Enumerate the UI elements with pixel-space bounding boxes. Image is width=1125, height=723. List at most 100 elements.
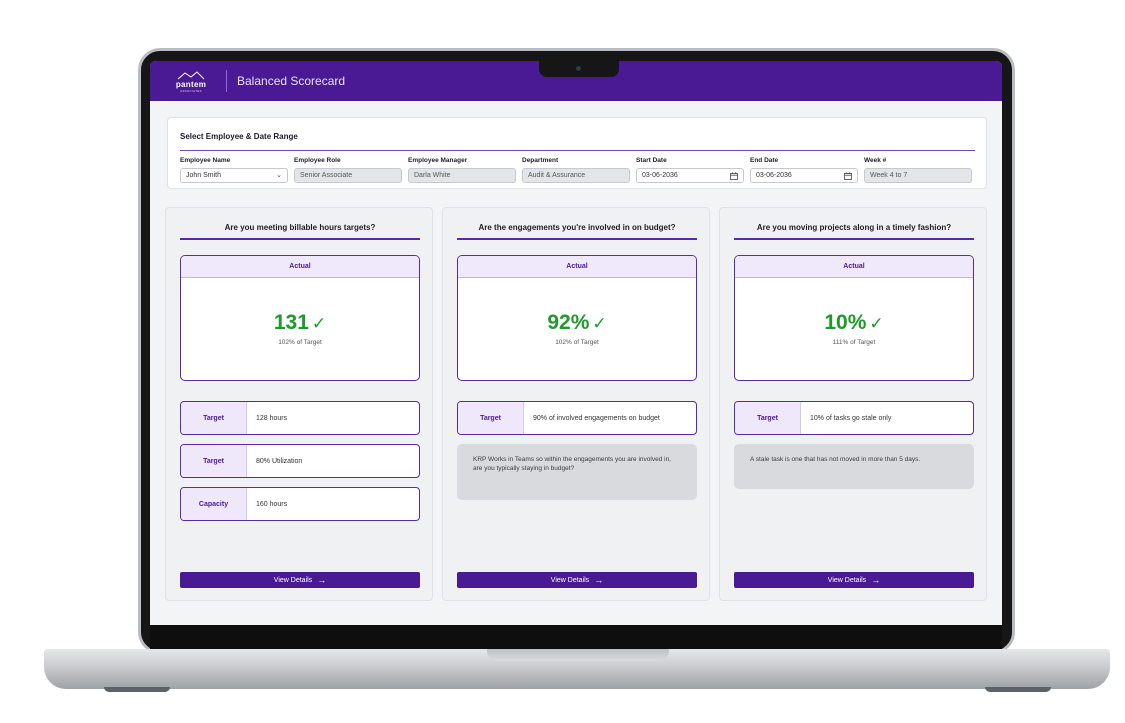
capacity-row: Capacity 160 hours	[180, 487, 420, 521]
view-details-button[interactable]: View Details →	[180, 572, 420, 588]
actual-panel: Actual 10% ✓ 111% of Target	[734, 255, 974, 381]
end-date-field: End Date 03-06-2036	[750, 156, 858, 183]
logo-text: pantem	[175, 79, 207, 89]
laptop-foot-right	[985, 687, 1051, 692]
department-input: Audit & Assurance	[522, 168, 630, 183]
roof-icon	[177, 70, 205, 79]
target-row: Target 128 hours	[180, 401, 420, 435]
actual-panel: Actual 92% ✓ 102% of Target	[457, 255, 697, 381]
target-value: 90% of involved engagements on budget	[533, 414, 660, 422]
field-label: End Date	[750, 157, 779, 164]
app-title: Balanced Scorecard	[237, 74, 346, 88]
target-label: Target	[735, 402, 801, 434]
target-row: Target 80% Utilization	[180, 444, 420, 478]
field-value: John Smith	[186, 172, 222, 179]
field-label: Week #	[864, 157, 887, 164]
target-row: Target 90% of involved engagements on bu…	[457, 401, 697, 435]
field-value: Darla White	[414, 172, 451, 179]
actual-label: Actual	[735, 256, 973, 278]
start-date-input[interactable]: 03-06-2036	[636, 168, 744, 183]
field-label: Department	[522, 157, 559, 164]
actual-subtext: 102% of Target	[278, 339, 322, 346]
timeliness-card: Are you moving projects along in a timel…	[719, 207, 987, 601]
logo-subtext: ASSOCIATES	[180, 88, 202, 93]
week-field: Week # Week 4 to 7	[864, 156, 972, 183]
field-label: Start Date	[636, 157, 667, 164]
actual-panel: Actual 131 ✓ 102% of Target	[180, 255, 420, 381]
check-icon: ✓	[592, 314, 607, 333]
employee-name-select[interactable]: John Smith ⌄	[180, 168, 288, 183]
arrow-right-icon: →	[594, 575, 604, 585]
screen: pantem ASSOCIATES Balanced Scorecard Sel…	[150, 61, 1002, 625]
week-input: Week 4 to 7	[864, 168, 972, 183]
laptop-base-notch	[487, 649, 669, 661]
card-question: Are the engagements you're involved in o…	[478, 223, 676, 232]
calendar-icon[interactable]	[844, 169, 852, 185]
card-divider	[180, 238, 420, 240]
field-value: Week 4 to 7	[870, 172, 908, 179]
arrow-right-icon: →	[871, 575, 881, 585]
info-note: KRP Works in Teams so within the engagem…	[457, 444, 697, 500]
filter-heading: Select Employee & Date Range	[180, 132, 298, 141]
target-label: Target	[458, 402, 524, 434]
target-label: Target	[181, 445, 247, 477]
target-row: Target 10% of tasks go stale only	[734, 401, 974, 435]
employee-role-input: Senior Associate	[294, 168, 402, 183]
actual-value: 131 ✓	[181, 311, 419, 335]
view-details-button[interactable]: View Details →	[457, 572, 697, 588]
engagement-budget-card: Are the engagements you're involved in o…	[442, 207, 710, 601]
info-note: A stale task is one that has not moved i…	[734, 444, 974, 489]
button-label: View Details	[273, 576, 313, 584]
employee-name-field: Employee Name John Smith ⌄	[180, 156, 288, 183]
chevron-down-icon[interactable]: ⌄	[276, 169, 282, 182]
end-date-input[interactable]: 03-06-2036	[750, 168, 858, 183]
field-label: Employee Role	[294, 157, 341, 164]
field-value: Audit & Assurance	[528, 172, 586, 179]
filter-divider	[180, 150, 975, 151]
view-details-button[interactable]: View Details →	[734, 572, 974, 588]
billable-hours-card: Are you meeting billable hours targets? …	[165, 207, 433, 601]
start-date-field: Start Date 03-06-2036	[636, 156, 744, 183]
employee-manager-field: Employee Manager Darla White	[408, 156, 516, 183]
field-value: 03-06-2036	[642, 172, 678, 179]
actual-label: Actual	[458, 256, 696, 278]
screen-bezel	[150, 625, 1002, 649]
field-value: 03-06-2036	[756, 172, 792, 179]
target-value: 80% Utilization	[256, 457, 303, 465]
card-divider	[734, 238, 974, 240]
check-icon: ✓	[311, 314, 327, 333]
actual-number: 131	[273, 311, 309, 334]
camera-icon	[576, 66, 581, 71]
actual-subtext: 102% of Target	[555, 339, 599, 346]
check-icon: ✓	[869, 314, 884, 333]
field-label: Employee Manager	[408, 157, 468, 164]
brand-logo[interactable]: pantem ASSOCIATES	[162, 61, 220, 101]
actual-number: 92%	[547, 311, 590, 334]
actual-subtext: 111% of Target	[832, 339, 876, 346]
calendar-icon[interactable]	[730, 169, 738, 185]
employee-role-field: Employee Role Senior Associate	[294, 156, 402, 183]
target-label: Target	[181, 402, 247, 434]
arrow-right-icon: →	[317, 575, 327, 585]
header-divider	[226, 70, 227, 92]
camera-notch	[539, 61, 619, 77]
field-label: Employee Name	[180, 157, 231, 164]
actual-value: 92% ✓	[458, 311, 696, 335]
actual-label: Actual	[181, 256, 419, 278]
capacity-label: Capacity	[181, 488, 247, 520]
actual-value: 10% ✓	[735, 311, 973, 335]
card-divider	[457, 238, 697, 240]
field-value: Senior Associate	[300, 172, 353, 179]
target-value: 10% of tasks go stale only	[810, 414, 892, 422]
card-question: Are you moving projects along in a timel…	[756, 223, 952, 232]
employee-manager-input: Darla White	[408, 168, 516, 183]
button-label: View Details	[550, 576, 590, 584]
filter-panel: Select Employee & Date Range Employee Na…	[167, 117, 987, 189]
card-question: Are you meeting billable hours targets?	[224, 223, 376, 232]
button-label: View Details	[827, 576, 867, 584]
laptop-foot-left	[104, 687, 170, 692]
actual-number: 10%	[824, 311, 867, 334]
target-value: 128 hours	[256, 414, 288, 422]
capacity-value: 160 hours	[256, 500, 288, 508]
department-field: Department Audit & Assurance	[522, 156, 630, 183]
